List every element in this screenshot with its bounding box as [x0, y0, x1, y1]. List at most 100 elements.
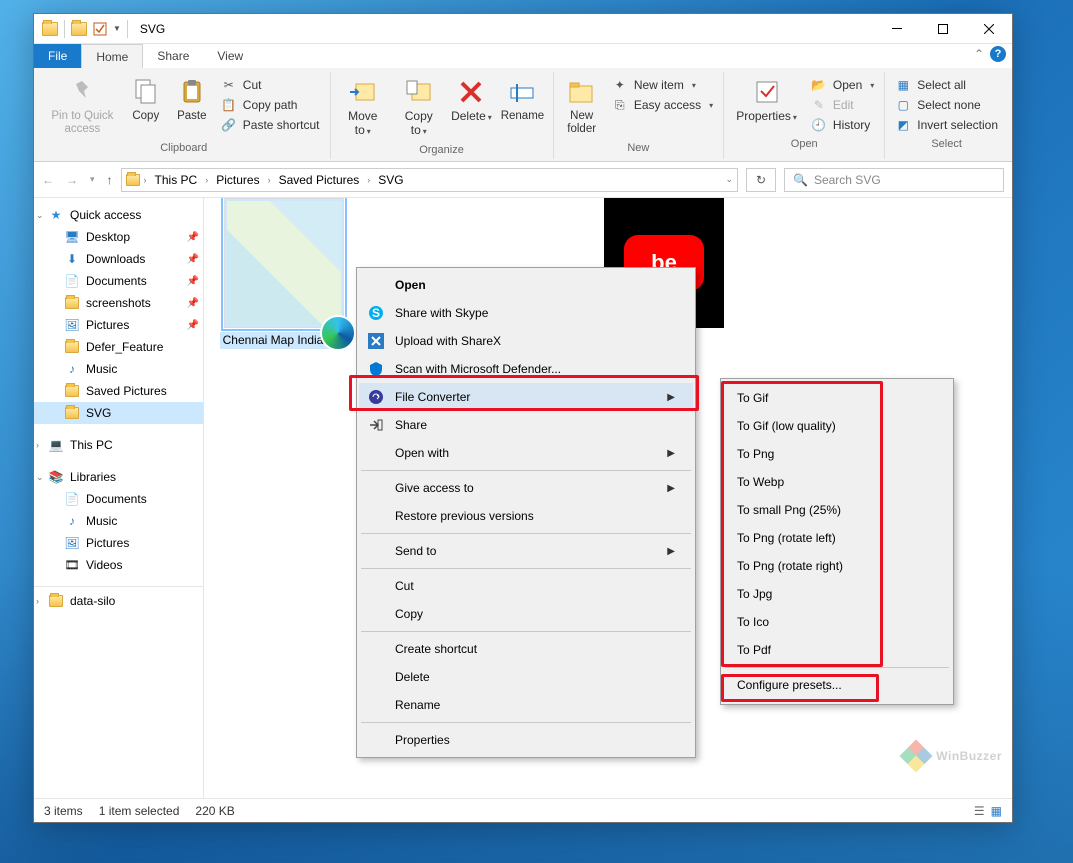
- chevron-down-icon[interactable]: ⌄: [725, 174, 733, 185]
- move-to-button[interactable]: Move to▾: [337, 74, 390, 140]
- up-button[interactable]: ↑: [107, 173, 113, 187]
- properties-check-icon[interactable]: [93, 22, 107, 36]
- tab-home[interactable]: Home: [81, 44, 143, 68]
- sidebar-item-saved-pictures[interactable]: Saved Pictures: [34, 380, 203, 402]
- breadcrumb[interactable]: Saved Pictures: [275, 173, 364, 187]
- subitem-ico[interactable]: To Ico: [723, 608, 951, 636]
- copy-button[interactable]: Copy: [125, 74, 167, 125]
- cm-properties[interactable]: Properties: [359, 726, 693, 754]
- breadcrumb[interactable]: SVG: [374, 173, 407, 187]
- sidebar-item-screenshots[interactable]: screenshots📌: [34, 292, 203, 314]
- cm-send-to[interactable]: Send to▶: [359, 537, 693, 565]
- copy-to-button[interactable]: Copy to▾: [393, 74, 444, 140]
- history-button[interactable]: 🕘History: [807, 116, 878, 134]
- easy-access-button[interactable]: ⎘Easy access▾: [608, 96, 717, 114]
- chevron-right-icon[interactable]: ›: [268, 175, 271, 185]
- chevron-right-icon[interactable]: ›: [144, 175, 147, 185]
- copy-path-button[interactable]: 📋Copy path: [217, 96, 324, 114]
- select-all-button[interactable]: ▦Select all: [891, 76, 1002, 94]
- folder-icon[interactable]: [71, 22, 87, 36]
- cm-give-access[interactable]: Give access to▶: [359, 474, 693, 502]
- cm-skype[interactable]: SShare with Skype: [359, 299, 693, 327]
- subitem-png-rotate-right[interactable]: To Png (rotate right): [723, 552, 951, 580]
- sidebar-item-lib-music[interactable]: ♪Music: [34, 510, 203, 532]
- help-icon[interactable]: ?: [990, 46, 1006, 62]
- back-button[interactable]: ←: [42, 173, 54, 187]
- open-button[interactable]: 📂Open▾: [807, 76, 878, 94]
- sidebar-item-lib-documents[interactable]: 📄Documents: [34, 488, 203, 510]
- sidebar-item-lib-videos[interactable]: 🎞Videos: [34, 554, 203, 576]
- sidebar-item-documents[interactable]: 📄Documents📌: [34, 270, 203, 292]
- sidebar-item-this-pc[interactable]: ›💻This PC: [34, 434, 203, 456]
- cm-file-converter[interactable]: File Converter▶: [359, 383, 693, 411]
- cm-rename[interactable]: Rename: [359, 691, 693, 719]
- subitem-webp[interactable]: To Webp: [723, 468, 951, 496]
- subitem-pdf[interactable]: To Pdf: [723, 636, 951, 664]
- collapse-ribbon-icon[interactable]: ⌃: [974, 47, 984, 61]
- chevron-right-icon[interactable]: ›: [36, 440, 39, 450]
- details-view-icon[interactable]: ☰: [974, 804, 985, 818]
- sidebar-item-datasilo[interactable]: ›data-silo: [34, 586, 203, 612]
- folder-icon: [65, 297, 79, 309]
- breadcrumb-bar[interactable]: › This PC › Pictures › Saved Pictures › …: [121, 168, 738, 192]
- refresh-button[interactable]: ↻: [746, 168, 776, 192]
- sidebar-item-lib-pictures[interactable]: 🖼Pictures: [34, 532, 203, 554]
- edit-button[interactable]: ✎Edit: [807, 96, 878, 114]
- sidebar-item-libraries[interactable]: ⌄📚Libraries: [34, 466, 203, 488]
- maximize-button[interactable]: [920, 14, 966, 44]
- chevron-right-icon[interactable]: ›: [36, 596, 39, 606]
- delete-button[interactable]: Delete▾: [448, 74, 494, 126]
- properties-button[interactable]: Properties▾: [730, 74, 803, 126]
- paste-button[interactable]: Paste: [171, 74, 213, 125]
- thumbnails-view-icon[interactable]: ▦: [991, 804, 1002, 818]
- file-item-selected[interactable]: Chennai Map India.svg: [214, 198, 354, 348]
- tab-view[interactable]: View: [203, 44, 257, 68]
- chevron-down-icon[interactable]: ⌄: [36, 472, 44, 483]
- subitem-gif[interactable]: To Gif: [723, 384, 951, 412]
- forward-button[interactable]: →: [66, 173, 78, 187]
- minimize-button[interactable]: [874, 14, 920, 44]
- recent-locations-button[interactable]: ▾: [90, 174, 95, 185]
- chevron-right-icon[interactable]: ›: [205, 175, 208, 185]
- cm-defender[interactable]: Scan with Microsoft Defender...: [359, 355, 693, 383]
- cm-copy[interactable]: Copy: [359, 600, 693, 628]
- sidebar-item-quick-access[interactable]: ⌄★Quick access: [34, 204, 203, 226]
- cm-share[interactable]: Share: [359, 411, 693, 439]
- qat-dropdown-icon[interactable]: ▼: [113, 24, 121, 33]
- sidebar-item-svg[interactable]: SVG: [34, 402, 203, 424]
- cm-sharex[interactable]: Upload with ShareX: [359, 327, 693, 355]
- subitem-gif-low[interactable]: To Gif (low quality): [723, 412, 951, 440]
- breadcrumb[interactable]: Pictures: [212, 173, 263, 187]
- cut-button[interactable]: ✂Cut: [217, 76, 324, 94]
- cm-open-with[interactable]: Open with▶: [359, 439, 693, 467]
- tab-file[interactable]: File: [34, 44, 81, 68]
- sidebar-item-downloads[interactable]: ⬇Downloads📌: [34, 248, 203, 270]
- cm-cut[interactable]: Cut: [359, 572, 693, 600]
- close-button[interactable]: [966, 14, 1012, 44]
- invert-selection-button[interactable]: ◩Invert selection: [891, 116, 1002, 134]
- sidebar-item-desktop[interactable]: 🖥Desktop📌: [34, 226, 203, 248]
- subitem-small-png[interactable]: To small Png (25%): [723, 496, 951, 524]
- chevron-down-icon[interactable]: ⌄: [36, 210, 44, 221]
- cm-shortcut[interactable]: Create shortcut: [359, 635, 693, 663]
- new-item-button[interactable]: ✦New item▾: [608, 76, 717, 94]
- pin-quick-access-button[interactable]: Pin to Quick access: [44, 74, 121, 138]
- subitem-jpg[interactable]: To Jpg: [723, 580, 951, 608]
- paste-shortcut-button[interactable]: 🔗Paste shortcut: [217, 116, 324, 134]
- select-none-button[interactable]: ▢Select none: [891, 96, 1002, 114]
- rename-button[interactable]: Rename: [498, 74, 546, 125]
- cm-open[interactable]: Open: [359, 271, 693, 299]
- tab-share[interactable]: Share: [143, 44, 203, 68]
- cm-delete[interactable]: Delete: [359, 663, 693, 691]
- subitem-configure[interactable]: Configure presets...: [723, 671, 951, 699]
- sidebar-item-pictures[interactable]: 🖼Pictures📌: [34, 314, 203, 336]
- sidebar-item-defer[interactable]: Defer_Feature: [34, 336, 203, 358]
- search-input[interactable]: 🔍 Search SVG: [784, 168, 1004, 192]
- subitem-png[interactable]: To Png: [723, 440, 951, 468]
- subitem-png-rotate-left[interactable]: To Png (rotate left): [723, 524, 951, 552]
- cm-restore[interactable]: Restore previous versions: [359, 502, 693, 530]
- sidebar-item-music[interactable]: ♪Music: [34, 358, 203, 380]
- breadcrumb[interactable]: This PC: [151, 173, 202, 187]
- new-folder-button[interactable]: New folder: [560, 74, 604, 138]
- chevron-right-icon[interactable]: ›: [367, 175, 370, 185]
